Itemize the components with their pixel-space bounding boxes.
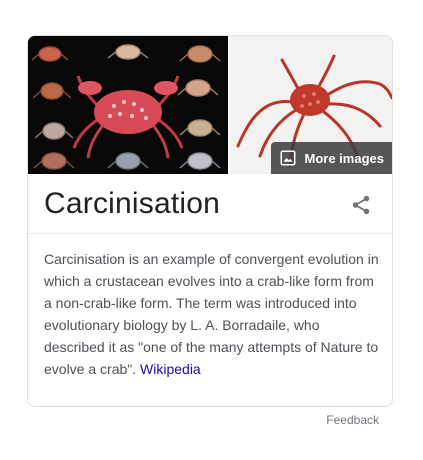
description: Carcinisation is an example of convergen… [44, 248, 384, 380]
title-row: Carcinisation [28, 174, 392, 234]
knowledge-panel-card: More images Carcinisation Carcinisation … [27, 35, 393, 407]
more-images-label: More images [304, 150, 384, 166]
wikipedia-link[interactable]: Wikipedia [140, 361, 201, 377]
image-icon [280, 150, 296, 166]
description-text: Carcinisation is an example of convergen… [44, 251, 379, 377]
entity-title: Carcinisation [44, 187, 221, 220]
crab-grid-image[interactable] [28, 36, 228, 174]
more-images-button[interactable]: More images [270, 142, 392, 174]
feedback-link[interactable]: Feedback [326, 413, 379, 427]
spider-crab-image[interactable]: More images [230, 36, 392, 174]
image-strip: More images [28, 36, 392, 174]
share-icon[interactable] [350, 194, 372, 216]
